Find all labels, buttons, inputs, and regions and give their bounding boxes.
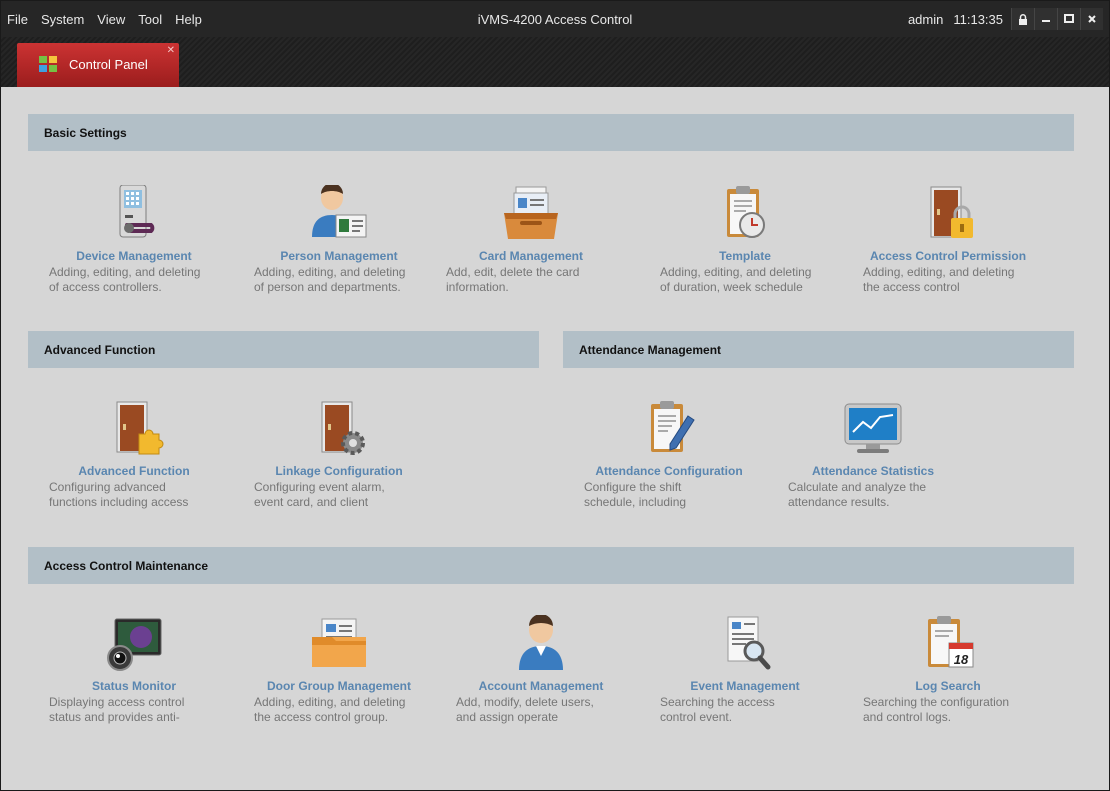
item-title[interactable]: Log Search <box>848 679 1048 693</box>
item-description: Displaying access control status and prov… <box>49 695 224 725</box>
card-tray-icon <box>504 186 558 239</box>
lock-icon <box>1019 13 1027 25</box>
person-card-icon <box>312 185 367 238</box>
folder-icon <box>312 618 366 667</box>
desc-line: Configuring advanced <box>49 480 166 494</box>
user-icon <box>519 615 563 670</box>
desc-line: the access control <box>863 280 960 294</box>
item-title[interactable]: Card Management <box>431 249 631 263</box>
close-icon <box>1088 15 1096 23</box>
desc-line: Adding, editing, and deleting <box>49 265 201 279</box>
desc-line: Adding, editing, and deleting <box>863 265 1015 279</box>
clipboard-calendar-icon: 18 <box>928 616 974 668</box>
section-advanced-function: Advanced Function <box>28 331 539 368</box>
desc-line: of duration, week schedule <box>660 280 803 294</box>
section-title: Basic Settings <box>44 126 127 140</box>
current-user[interactable]: admin <box>908 12 943 27</box>
desc-line: Searching the access <box>660 695 775 709</box>
close-button[interactable] <box>1080 8 1103 30</box>
clipboard-pen-icon <box>651 401 695 452</box>
item-description: Searching the configuration and control l… <box>863 695 1038 725</box>
item-description: Add, modify, delete users, and assign ope… <box>456 695 631 725</box>
item-description: Adding, editing, and deleting the access … <box>254 695 429 725</box>
document-search-icon <box>727 616 771 670</box>
desc-line: of access controllers. <box>49 280 162 294</box>
desc-line: Configure the shift <box>584 480 682 494</box>
desc-line: Add, edit, delete the card <box>446 265 580 279</box>
item-description: Configure the shift schedule, including <box>584 480 759 510</box>
desc-line: Configuring event alarm, <box>254 480 385 494</box>
maximize-button[interactable] <box>1057 8 1080 30</box>
desc-line: Calculate and analyze the <box>788 480 927 494</box>
item-description: Configuring event alarm, event card, and … <box>254 480 429 510</box>
tab-control-panel[interactable]: Control Panel ✕ <box>17 43 179 87</box>
desc-line: and control logs. <box>863 710 952 724</box>
item-title[interactable]: Advanced Function <box>34 464 234 478</box>
item-title[interactable]: Status Monitor <box>34 679 234 693</box>
item-title[interactable]: Device Management <box>34 249 234 263</box>
item-title[interactable]: Template <box>645 249 845 263</box>
maximize-icon <box>1064 14 1074 23</box>
section-basic-settings: Basic Settings <box>28 114 1074 151</box>
item-description: Adding, editing, and deleting of access c… <box>49 265 224 295</box>
item-description: Searching the access control event. <box>660 695 835 725</box>
access-controller-icon <box>119 185 155 238</box>
item-title[interactable]: Account Management <box>441 679 641 693</box>
item-description: Adding, editing, and deleting the access … <box>863 265 1038 295</box>
clipboard-clock-icon <box>727 186 765 238</box>
item-title[interactable]: Event Management <box>645 679 845 693</box>
door-puzzle-icon <box>116 401 164 455</box>
desc-line: Adding, editing, and deleting <box>660 265 812 279</box>
item-title[interactable]: Linkage Configuration <box>239 464 439 478</box>
calendar-day: 18 <box>954 652 969 667</box>
item-description: Calculate and analyze the attendance resu… <box>788 480 963 510</box>
section-title: Advanced Function <box>44 343 156 357</box>
minimize-icon <box>1042 20 1050 22</box>
item-title[interactable]: Attendance Statistics <box>773 464 973 478</box>
window-status: admin 11:13:35 <box>908 8 1103 30</box>
item-title[interactable]: Person Management <box>239 249 439 263</box>
section-title: Attendance Management <box>579 343 722 357</box>
section-attendance-management: Attendance Management <box>563 331 1074 368</box>
item-description: Adding, editing, and deleting of duration… <box>660 265 835 295</box>
item-title[interactable]: Access Control Permission <box>848 249 1048 263</box>
desc-line: status and provides anti- <box>49 710 180 724</box>
camera-monitor-icon <box>107 618 162 671</box>
desc-line: Searching the configuration <box>863 695 1010 709</box>
item-title[interactable]: Door Group Management <box>239 679 439 693</box>
desc-line: functions including access <box>49 495 189 509</box>
desc-line: and assign operate <box>456 710 559 724</box>
desc-line: event card, and client <box>254 495 369 509</box>
desc-line: schedule, including <box>584 495 687 509</box>
desc-line: attendance results. <box>788 495 890 509</box>
item-description: Configuring advanced functions including … <box>49 480 224 510</box>
desc-line: information. <box>446 280 509 294</box>
control-panel-icon <box>39 56 57 72</box>
desc-line: of person and departments. <box>254 280 401 294</box>
tab-close-icon[interactable]: ✕ <box>167 45 175 56</box>
door-lock-icon <box>930 186 973 238</box>
clock: 11:13:35 <box>953 11 1003 27</box>
title-bar: File System View Tool Help iVMS-4200 Acc… <box>1 1 1109 37</box>
desc-line: Adding, editing, and deleting <box>254 695 406 709</box>
item-description: Adding, editing, and deleting of person a… <box>254 265 429 295</box>
section-title: Access Control Maintenance <box>44 559 209 573</box>
desc-line: Displaying access control <box>49 695 185 709</box>
desc-line: the access control group. <box>254 710 389 724</box>
door-gear-icon <box>321 401 365 455</box>
desc-line: control event. <box>660 710 733 724</box>
section-access-control-maintenance: Access Control Maintenance <box>28 547 1074 584</box>
desc-line: Adding, editing, and deleting <box>254 265 406 279</box>
monitor-chart-icon <box>844 403 902 453</box>
lock-button[interactable] <box>1011 8 1034 30</box>
tab-label: Control Panel <box>69 57 148 72</box>
app-window: File System View Tool Help iVMS-4200 Acc… <box>0 0 1110 791</box>
item-description: Add, edit, delete the card information. <box>446 265 621 295</box>
item-title[interactable]: Attendance Configuration <box>569 464 769 478</box>
desc-line: Add, modify, delete users, <box>456 695 594 709</box>
tab-bar: Control Panel ✕ <box>1 37 1109 87</box>
minimize-button[interactable] <box>1034 8 1057 30</box>
